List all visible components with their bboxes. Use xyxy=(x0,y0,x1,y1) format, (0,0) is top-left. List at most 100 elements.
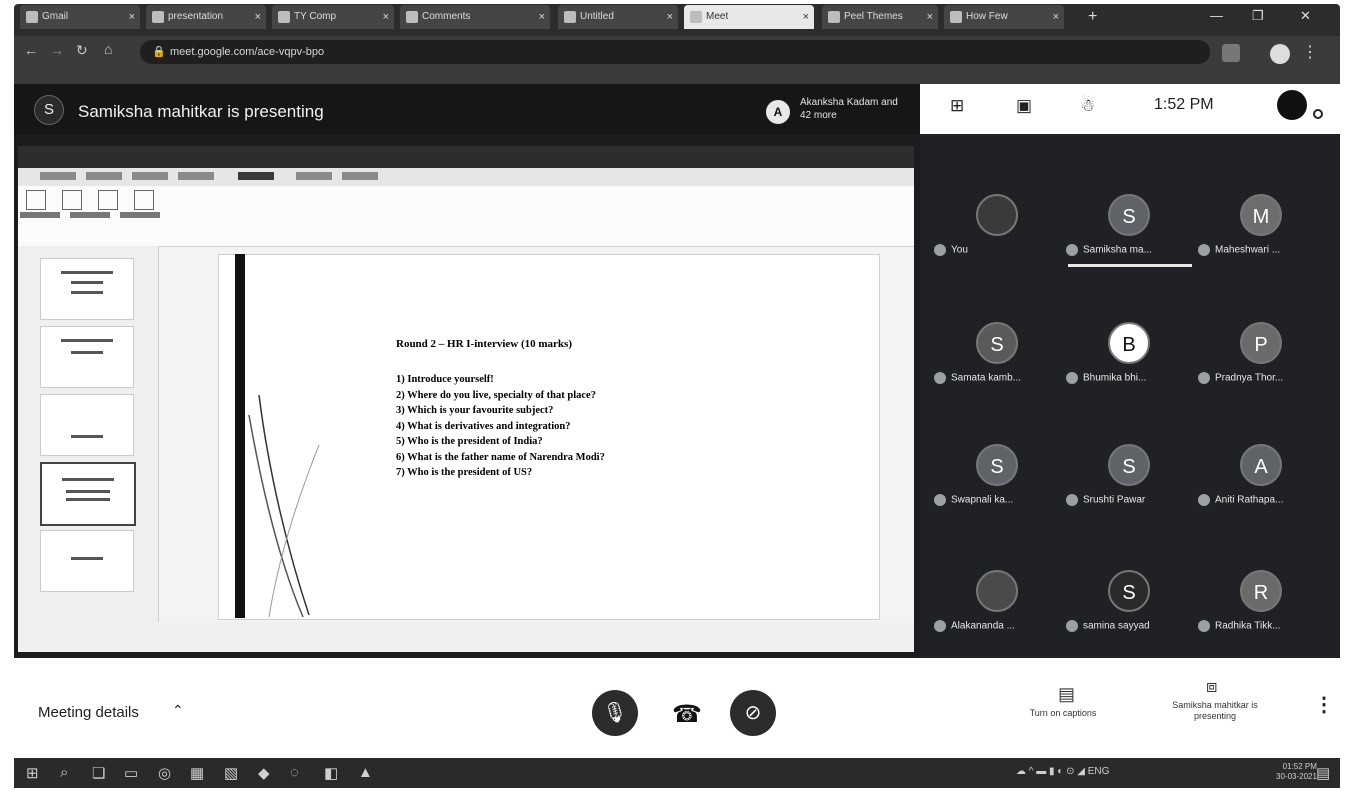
slide-thumbnail-selected[interactable] xyxy=(40,462,136,526)
participant-avatar: S xyxy=(976,322,1018,364)
people-icon[interactable]: ☃ xyxy=(1080,96,1095,116)
taskbar-date: 30-03-2021 xyxy=(1276,772,1317,781)
acrobat-icon[interactable]: ▲ xyxy=(358,764,373,781)
ribbon-button[interactable] xyxy=(26,190,46,210)
participant-avatar: M xyxy=(1240,194,1282,236)
meeting-details-button[interactable]: Meeting details xyxy=(38,704,139,721)
store-icon[interactable]: ▦ xyxy=(190,764,204,782)
present-screen-icon[interactable]: ⧈ xyxy=(1206,676,1217,697)
mic-off-button[interactable]: 🎙 xyxy=(592,690,638,736)
forward-icon[interactable]: → xyxy=(50,42,64,58)
browser-tab[interactable]: How Few × xyxy=(944,5,1064,29)
presenting-button-label[interactable]: Samiksha mahitkar is presenting xyxy=(1152,700,1278,722)
participant-tile[interactable]: S Swapnali ka... xyxy=(932,430,1062,550)
ribbon-tab-active[interactable] xyxy=(238,172,274,180)
windows-start-icon[interactable]: ⊞ xyxy=(26,764,39,782)
participant-name-text: Maheshwari ... xyxy=(1215,244,1281,256)
file-explorer-icon[interactable]: ▭ xyxy=(124,764,138,782)
slide-thumbnail[interactable] xyxy=(40,326,134,388)
tab-close-icon[interactable]: × xyxy=(667,5,673,29)
profile-avatar[interactable] xyxy=(1270,44,1290,64)
reload-icon[interactable]: ↻ xyxy=(76,42,88,59)
tab-close-icon[interactable]: × xyxy=(383,5,389,29)
slide-thumbnail[interactable] xyxy=(40,530,134,592)
browser-tab[interactable]: Peel Themes × xyxy=(822,5,938,29)
tab-close-icon[interactable]: × xyxy=(803,5,809,29)
language-indicator[interactable]: ENG xyxy=(1088,766,1110,777)
app-icon[interactable]: ◆ xyxy=(258,764,270,782)
task-view-icon[interactable]: ❏ xyxy=(92,764,105,782)
participant-tile[interactable]: A Aniti Rathapa... xyxy=(1196,430,1326,550)
participant-name-text: Samiksha ma... xyxy=(1083,244,1152,256)
whatsapp-icon[interactable]: ◌ xyxy=(290,764,299,781)
browser-menu-icon[interactable]: ⋮ xyxy=(1302,42,1318,62)
ribbon-tab[interactable] xyxy=(40,172,76,180)
browser-tab[interactable]: Meet × xyxy=(684,5,814,29)
taskbar-clock[interactable]: 01:52 PM 30-03-2021 xyxy=(1276,762,1317,782)
browser-tab[interactable]: Untitled × xyxy=(558,5,678,29)
ribbon-tab[interactable] xyxy=(132,172,168,180)
participant-tile[interactable]: M Maheshwari ... xyxy=(1196,180,1326,300)
participant-tile[interactable]: B Bhumika bhi... xyxy=(1064,308,1194,428)
captions-icon[interactable]: ▤ xyxy=(1058,684,1075,705)
chrome-icon[interactable]: ◎ xyxy=(158,764,171,782)
slide-thumbnail[interactable] xyxy=(40,394,134,456)
notifications-icon[interactable]: ▤ xyxy=(1316,764,1330,782)
tab-close-icon[interactable]: × xyxy=(539,5,545,29)
account-avatar[interactable] xyxy=(1277,90,1307,120)
ribbon-tab[interactable] xyxy=(86,172,122,180)
participant-tile[interactable]: You xyxy=(932,180,1062,300)
participant-name-text: Swapnali ka... xyxy=(951,494,1014,506)
grid-layout-icon[interactable]: ⊞ xyxy=(950,96,964,116)
new-tab-button[interactable]: + xyxy=(1088,8,1097,26)
camera-off-button[interactable]: ⊘ xyxy=(730,690,776,736)
url-input[interactable]: meet.google.com/ace-vqpv-bpo xyxy=(140,40,1210,64)
participant-tile[interactable]: Alakananda ... xyxy=(932,556,1062,676)
ribbon-tab[interactable] xyxy=(342,172,378,180)
hang-up-button[interactable]: ☎ xyxy=(672,700,702,729)
powerpoint-icon[interactable]: ▧ xyxy=(224,764,238,782)
participant-avatar: S xyxy=(1108,194,1150,236)
tab-close-icon[interactable]: × xyxy=(255,5,261,29)
browser-tab[interactable]: Comments × xyxy=(400,5,550,29)
ribbon-tab[interactable] xyxy=(178,172,214,180)
extension-icon[interactable] xyxy=(1222,44,1240,62)
participant-name-text: You xyxy=(951,244,968,256)
chevron-up-icon[interactable]: ⌃ xyxy=(172,702,184,719)
mic-status-icon xyxy=(1198,620,1210,632)
participant-tile[interactable]: Ssamina sayyad xyxy=(1064,556,1194,676)
search-icon[interactable]: ⌕ xyxy=(60,764,68,781)
browser-tab[interactable]: presentation × xyxy=(146,5,266,29)
more-options-icon[interactable]: ⋮ xyxy=(1314,692,1334,717)
tab-favicon-icon xyxy=(564,11,576,23)
participant-name-text: Bhumika bhi... xyxy=(1083,372,1147,384)
tab-close-icon[interactable]: × xyxy=(129,5,135,29)
ribbon-tab[interactable] xyxy=(296,172,332,180)
participant-tile[interactable]: P Pradnya Thor... xyxy=(1196,308,1326,428)
participant-tile[interactable]: S Samiksha ma... xyxy=(1064,180,1194,300)
minimize-button[interactable]: — xyxy=(1210,8,1223,23)
back-icon[interactable]: ← xyxy=(24,42,38,58)
system-tray[interactable]: ☁ ^ ▬ ▮ ◐ ⊙ ◢ ENG xyxy=(1016,766,1109,777)
home-icon[interactable]: ⌂ xyxy=(104,41,112,57)
viewer-summary[interactable]: Akanksha Kadam and 42 more xyxy=(800,96,910,122)
captions-button-label[interactable]: Turn on captions xyxy=(1008,708,1118,719)
participant-name: Samata kamb... xyxy=(934,372,1060,384)
close-button[interactable]: ✕ xyxy=(1300,8,1311,24)
tab-close-icon[interactable]: × xyxy=(927,5,933,29)
participant-tile[interactable]: S Srushti Pawar xyxy=(1064,430,1194,550)
browser-tab[interactable]: Gmail × xyxy=(20,5,140,29)
maximize-button[interactable]: ❐ xyxy=(1252,8,1264,24)
mic-status-icon xyxy=(1066,620,1078,632)
activities-icon[interactable]: ▣ xyxy=(1016,96,1032,116)
ribbon-button[interactable] xyxy=(98,190,118,210)
tray-icons: ☁ ^ ▬ ▮ ◐ ⊙ ◢ xyxy=(1016,766,1088,777)
browser-tab[interactable]: TY Comp × xyxy=(272,5,394,29)
ribbon-button[interactable] xyxy=(134,190,154,210)
participant-tile[interactable]: R Radhika Tikk... xyxy=(1196,556,1326,676)
tab-close-icon[interactable]: × xyxy=(1053,5,1059,29)
slide-thumbnail[interactable] xyxy=(40,258,134,320)
ribbon-button[interactable] xyxy=(62,190,82,210)
app-icon[interactable]: ◧ xyxy=(324,764,338,782)
participant-tile[interactable]: S Samata kamb... xyxy=(932,308,1062,428)
